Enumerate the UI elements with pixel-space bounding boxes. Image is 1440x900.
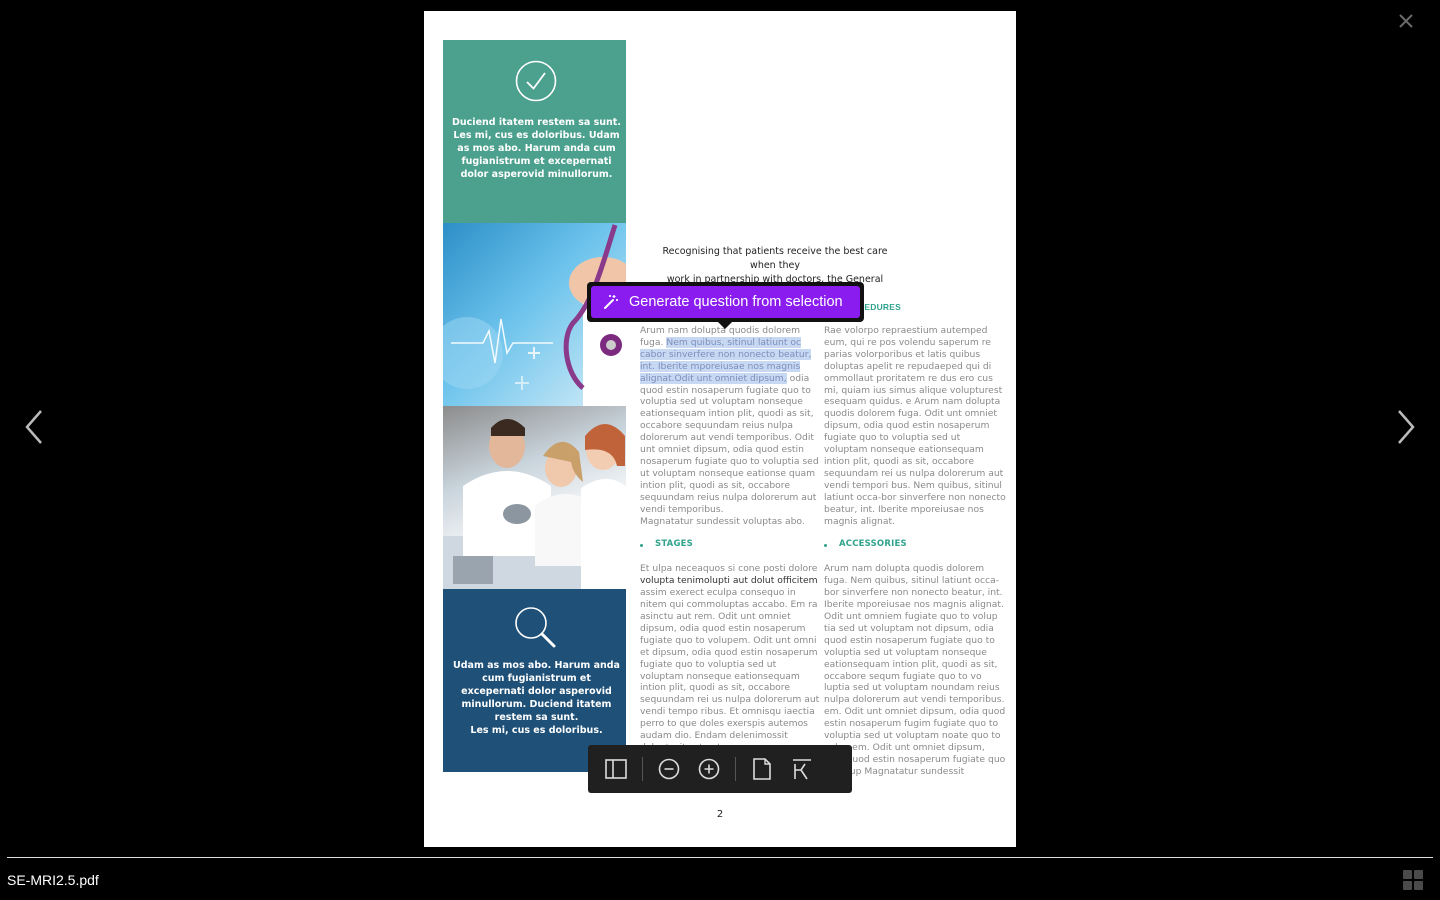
zoom-out-icon: [658, 758, 680, 780]
grid-view-button[interactable]: [1403, 870, 1423, 890]
fit-width-button[interactable]: [782, 749, 822, 789]
pdf-toolbar: [588, 745, 852, 793]
teal-info-panel: Duciend itatem restem sa sunt. Les mi, c…: [443, 40, 626, 223]
section-heading-stages: STAGES: [640, 539, 822, 551]
bullet-icon: [824, 543, 827, 547]
paragraph-right-1: Rae volorpo repraestium autemped eum, qu…: [824, 325, 1006, 527]
next-page-button[interactable]: [1392, 404, 1420, 450]
single-page-icon: [753, 758, 771, 780]
text-column-right: Rae volorpo repraestium autemped eum, qu…: [824, 325, 1006, 778]
laboratory-photo: [443, 406, 626, 589]
zoom-out-button[interactable]: [649, 749, 689, 789]
chevron-right-icon: [1398, 410, 1415, 444]
pdf-page[interactable]: Duciend itatem restem sa sunt. Les mi, c…: [424, 11, 1016, 847]
navy-panel-text: Udam as mos abo. Harum anda cum fugianis…: [453, 660, 620, 723]
single-page-button[interactable]: [742, 749, 782, 789]
paragraph-stages: Et ulpa neceaquos si cone posti dolore v…: [640, 563, 820, 753]
generate-question-button[interactable]: Generate question from selection: [591, 286, 860, 318]
close-button[interactable]: [1396, 10, 1416, 32]
left-image-column: Duciend itatem restem sa sunt. Les mi, c…: [443, 40, 626, 772]
zoom-in-icon: [698, 758, 720, 780]
fit-width-icon: [793, 759, 811, 780]
paragraph-procedures: Arum nam dolupta quodis dolorem fuga. Ne…: [640, 325, 819, 515]
file-name: SE-MRI2.5.pdf: [7, 872, 99, 888]
sidebar-toggle-button[interactable]: [596, 749, 636, 789]
checkmark-circle-icon: [515, 60, 557, 102]
teal-panel-text: Duciend itatem restem sa sunt. Les mi, c…: [452, 117, 621, 180]
sidebar-toggle-icon: [605, 759, 627, 779]
bullet-icon: [640, 543, 643, 547]
close-icon: [1399, 14, 1413, 28]
generate-question-label: Generate question from selection: [629, 294, 843, 310]
divider: [7, 857, 1433, 858]
page-number: 2: [716, 809, 724, 820]
chevron-left-icon: [25, 410, 42, 444]
section-heading-accessories: ACCESSORIES: [824, 539, 1006, 551]
magic-wand-icon: [604, 295, 618, 309]
navy-panel-text-2: Les mi, cus es doloribus.: [470, 725, 603, 736]
text-column-left: Arum nam dolupta quodis dolorem fuga. Ne…: [640, 325, 822, 754]
magnifier-icon: [515, 607, 556, 648]
ai-selection-popup: Generate question from selection: [587, 282, 864, 329]
previous-page-button[interactable]: [20, 404, 48, 450]
zoom-in-button[interactable]: [689, 749, 729, 789]
